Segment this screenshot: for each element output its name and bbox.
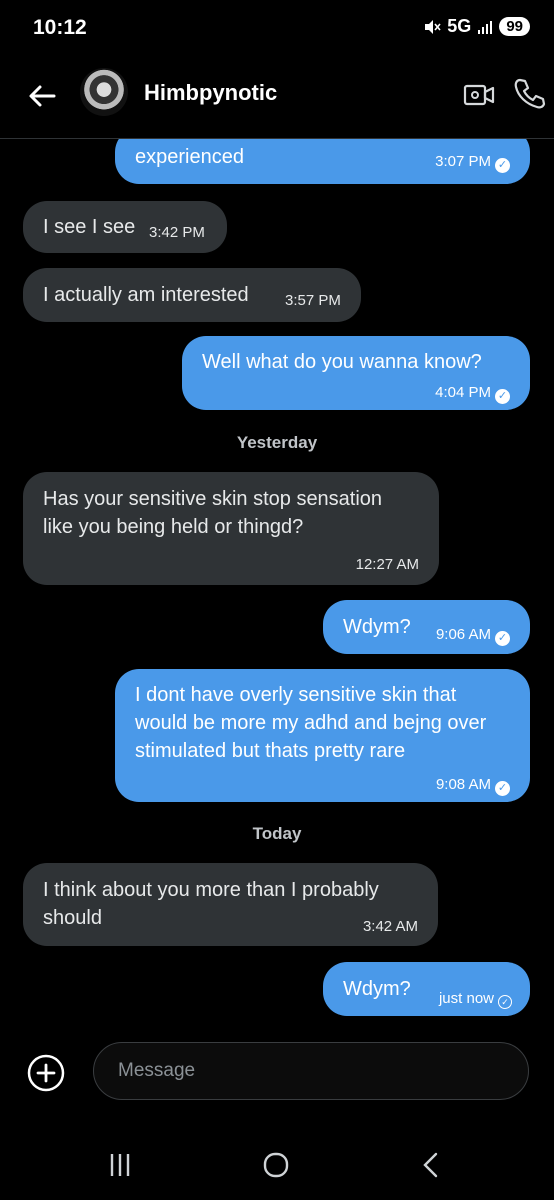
message-bubble-out[interactable]: I dont have overly sensitive skin that w… [115, 669, 530, 802]
message-text: I dont have overly sensitive skin that w… [135, 684, 487, 762]
message-time: just now [438, 990, 494, 1007]
message-text: I actually am interested [43, 284, 249, 306]
composer [0, 1038, 554, 1108]
message-text: experienced [135, 146, 244, 168]
message-time: 9:06 AM [435, 626, 491, 643]
message-time: 3:42 AM [362, 918, 418, 935]
avatar[interactable] [80, 68, 128, 116]
message-text: Well what do you wanna know? [202, 351, 482, 373]
message-time: 4:04 PM [435, 384, 491, 401]
message-list[interactable]: experienced 3:07 PM ✓ I see I see 3:42 PM… [0, 138, 554, 1018]
system-nav-bar [0, 1130, 554, 1200]
message-text: Wdym? [343, 978, 411, 1000]
read-check-icon: ✓ [495, 389, 510, 404]
contact-name[interactable]: Himbpynotic [144, 80, 277, 106]
message-bubble-out[interactable]: Wdym? 9:06 AM ✓ [323, 600, 530, 654]
recents-icon[interactable] [100, 1150, 140, 1180]
status-bar: 10:12 5G 99 [0, 0, 554, 60]
message-text: I see I see [43, 216, 136, 238]
video-call-icon[interactable] [462, 78, 496, 112]
message-bubble-out[interactable]: Wdym? just now ✓ [323, 962, 530, 1016]
message-input-container[interactable] [93, 1042, 529, 1100]
sent-check-icon: ✓ [498, 995, 512, 1009]
read-check-icon: ✓ [495, 781, 510, 796]
home-icon[interactable] [256, 1150, 296, 1180]
message-bubble-in[interactable]: I actually am interested 3:57 PM [23, 268, 361, 322]
message-time: 3:42 PM [149, 224, 205, 241]
network-type: 5G [447, 16, 472, 36]
status-icons: 5G 99 [423, 16, 530, 37]
phone-icon[interactable] [512, 76, 546, 110]
message-time: 3:07 PM [435, 153, 491, 170]
signal-icon [478, 20, 493, 34]
battery-level: 99 [499, 17, 530, 36]
message-time: 12:27 AM [355, 556, 419, 573]
add-circle-icon[interactable] [27, 1054, 65, 1092]
message-text: Wdym? [343, 616, 411, 638]
day-header: Today [252, 824, 302, 843]
day-header: Yesterday [236, 433, 318, 452]
read-check-icon: ✓ [495, 631, 510, 646]
message-bubble-out[interactable]: Well what do you wanna know? 4:04 PM ✓ [182, 336, 530, 410]
nav-back-icon[interactable] [410, 1150, 450, 1180]
message-bubble-out[interactable]: experienced 3:07 PM ✓ [115, 138, 530, 184]
message-time: 3:57 PM [285, 292, 341, 309]
message-input[interactable] [116, 1059, 500, 1083]
chat-header: Himbpynotic [0, 60, 554, 139]
read-check-icon: ✓ [495, 158, 510, 173]
message-bubble-in[interactable]: Has your sensitive skin stop sensation l… [23, 472, 439, 585]
status-time: 10:12 [33, 16, 87, 39]
back-arrow-icon[interactable] [24, 78, 60, 114]
message-bubble-in[interactable]: I see I see 3:42 PM [23, 201, 227, 253]
message-bubble-in[interactable]: I think about you more than I probably s… [23, 863, 438, 946]
message-time: 9:08 AM [435, 776, 491, 793]
message-text: Has your sensitive skin stop sensation l… [43, 488, 383, 538]
mute-icon [425, 19, 441, 34]
